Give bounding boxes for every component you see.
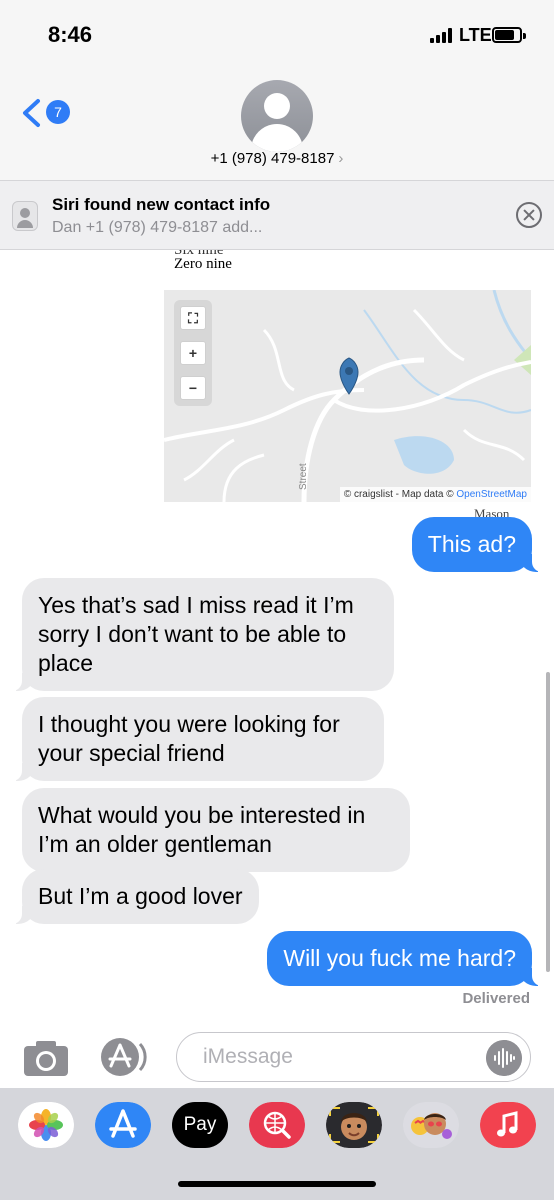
fullscreen-icon[interactable]: ⛶ bbox=[180, 306, 206, 330]
message-text: But I’m a good lover bbox=[38, 883, 243, 909]
music-icon[interactable] bbox=[480, 1102, 536, 1148]
message-bubble[interactable]: I thought you were looking for your spec… bbox=[10, 697, 384, 781]
image-attachment[interactable]: Six nine Zero nine Street ⛶ + − © craigs… bbox=[164, 250, 531, 520]
map-credit-text: © craigslist - Map data © bbox=[343, 489, 457, 500]
conversation-header: 7 +1 (978) 479-8187 › bbox=[0, 70, 554, 180]
map-image: Street ⛶ + − © craigslist - Map data © O… bbox=[164, 289, 531, 503]
message-text: What would you be interested in I’m an o… bbox=[38, 802, 366, 857]
apple-pay-label: Pay bbox=[183, 1114, 217, 1135]
map-credit: © craigslist - Map data © OpenStreetMap bbox=[339, 487, 531, 502]
chevron-right-icon: › bbox=[338, 150, 344, 167]
network-label: LTE bbox=[459, 25, 492, 45]
signal-icon bbox=[430, 27, 454, 43]
contact-avatar[interactable] bbox=[241, 80, 313, 152]
message-bubble[interactable]: But I’m a good lover bbox=[10, 869, 259, 924]
map-roads: Street bbox=[164, 289, 531, 503]
siri-contact-banner[interactable]: Siri found new contact info Dan +1 (978)… bbox=[0, 180, 554, 250]
zoom-out-icon[interactable]: − bbox=[180, 376, 206, 400]
map-credit-link[interactable]: OpenStreetMap bbox=[456, 489, 527, 500]
home-indicator[interactable] bbox=[178, 1181, 376, 1187]
close-banner-icon[interactable] bbox=[516, 202, 542, 228]
message-input-container bbox=[176, 1032, 531, 1082]
siri-banner-subtitle: Dan +1 (978) 479-8187 add... bbox=[52, 219, 263, 236]
message-text: I thought you were looking for your spec… bbox=[38, 711, 340, 766]
camera-icon[interactable] bbox=[22, 1038, 70, 1078]
message-text: Will you fuck me hard? bbox=[283, 945, 516, 971]
memoji-stickers-icon[interactable] bbox=[403, 1102, 459, 1148]
message-text: Yes that’s sad I miss read it I’m sorry … bbox=[38, 592, 354, 676]
apple-pay-icon[interactable]: Pay bbox=[172, 1102, 228, 1148]
message-bubble[interactable]: What would you be interested in I’m an o… bbox=[22, 788, 410, 872]
globe-search-icon[interactable] bbox=[249, 1102, 305, 1148]
contact-number-label: +1 (978) 479-8187 bbox=[210, 150, 335, 167]
siri-banner-title: Siri found new contact info bbox=[52, 195, 271, 214]
attachment-text-line: Zero nine bbox=[174, 256, 232, 272]
contacts-icon bbox=[12, 201, 38, 231]
status-bar: 8:46 LTE bbox=[0, 0, 554, 70]
message-text: This ad? bbox=[427, 531, 516, 557]
message-bubble[interactable]: This ad? bbox=[411, 517, 545, 572]
imessage-input[interactable] bbox=[203, 1043, 483, 1071]
back-chevron-icon[interactable] bbox=[20, 98, 44, 128]
scrollbar[interactable] bbox=[546, 672, 550, 972]
app-store-icon[interactable] bbox=[95, 1102, 151, 1148]
unread-count-badge[interactable]: 7 bbox=[46, 100, 70, 124]
street-label: Street bbox=[298, 463, 309, 490]
zoom-in-icon[interactable]: + bbox=[180, 341, 206, 365]
delivered-status: Delivered bbox=[462, 990, 530, 1007]
audio-waveform-icon[interactable] bbox=[486, 1040, 522, 1076]
battery-icon bbox=[492, 27, 526, 43]
app-store-icon[interactable] bbox=[98, 1036, 150, 1078]
contact-name-button[interactable]: +1 (978) 479-8187 › bbox=[0, 150, 554, 167]
photos-icon[interactable] bbox=[18, 1102, 74, 1148]
status-time: 8:46 bbox=[48, 22, 93, 47]
map-controls: ⛶ + − bbox=[174, 300, 212, 406]
message-bubble[interactable]: Will you fuck me hard? bbox=[267, 931, 544, 986]
message-bubble[interactable]: Yes that’s sad I miss read it I’m sorry … bbox=[10, 578, 394, 691]
memoji-icon[interactable] bbox=[326, 1102, 382, 1148]
